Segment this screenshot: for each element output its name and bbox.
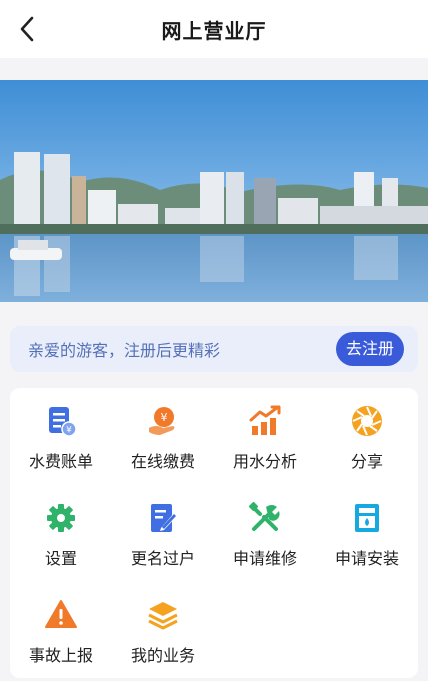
my-business-icon [146, 598, 180, 632]
menu-item-share[interactable]: 分享 [316, 388, 418, 485]
rename-transfer-icon [146, 501, 180, 535]
menu-item-label: 申请维修 [232, 549, 297, 568]
menu-item-label: 用水分析 [232, 452, 297, 471]
water-bill-icon: ¥ [44, 404, 78, 438]
menu-item-label: 设置 [44, 549, 77, 568]
menu-item-label: 更名过户 [130, 549, 195, 568]
menu-item-rename-transfer[interactable]: 更名过户 [112, 485, 214, 582]
register-prompt-bar: 亲爱的游客，注册后更精彩 去注册 [10, 326, 418, 372]
service-menu: ¥ 水费账单 ¥ 在线缴费 用水分析 分享 设置 更名过户 申请维修 申请安装 … [10, 388, 418, 678]
menu-item-label: 分享 [350, 452, 383, 471]
installation-request-icon [350, 501, 384, 535]
usage-analysis-icon [248, 404, 282, 438]
menu-item-label: 在线缴费 [130, 452, 195, 471]
register-button[interactable]: 去注册 [335, 332, 404, 366]
svg-text:¥: ¥ [66, 426, 72, 436]
menu-item-usage-analysis[interactable]: 用水分析 [214, 388, 316, 485]
banner-image [0, 80, 428, 302]
online-payment-icon: ¥ [146, 404, 180, 438]
menu-item-settings[interactable]: 设置 [10, 485, 112, 582]
menu-item-label: 事故上报 [28, 646, 93, 665]
incident-report-icon [44, 598, 78, 632]
svg-text:¥: ¥ [161, 411, 168, 424]
repair-request-icon [248, 501, 282, 535]
menu-item-water-bill[interactable]: ¥ 水费账单 [10, 388, 112, 485]
menu-item-installation-request[interactable]: 申请安装 [316, 485, 418, 582]
share-icon [350, 404, 384, 438]
settings-icon [44, 501, 78, 535]
page-title: 网上营业厅 [161, 18, 267, 43]
back-icon[interactable] [14, 15, 40, 43]
menu-item-repair-request[interactable]: 申请维修 [214, 485, 316, 582]
menu-item-my-business[interactable]: 我的业务 [112, 582, 214, 679]
register-prompt-text: 亲爱的游客，注册后更精彩 [28, 341, 221, 360]
menu-item-online-payment[interactable]: ¥ 在线缴费 [112, 388, 214, 485]
menu-item-incident-report[interactable]: 事故上报 [10, 582, 112, 679]
app-header: 网上营业厅 [0, 0, 428, 58]
menu-item-label: 水费账单 [28, 452, 93, 471]
menu-item-label: 我的业务 [130, 646, 195, 665]
menu-item-label: 申请安装 [334, 549, 399, 568]
